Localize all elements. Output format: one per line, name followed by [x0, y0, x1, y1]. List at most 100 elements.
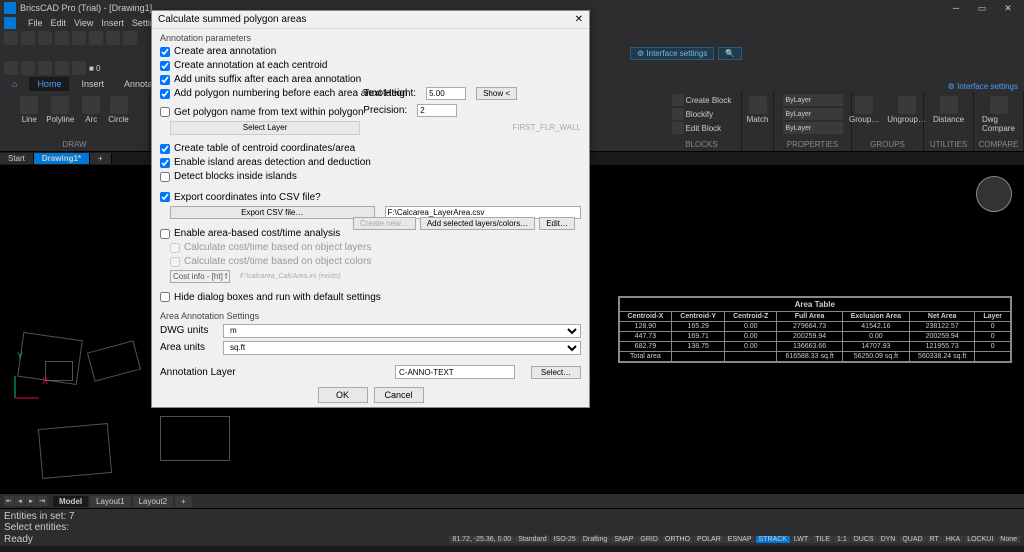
- chk-detect-blocks[interactable]: [160, 172, 170, 182]
- close-button[interactable]: ✕: [996, 1, 1020, 15]
- doc-tab-drawing1[interactable]: Drawing1*: [34, 153, 90, 164]
- layout-nav-next[interactable]: ▸: [26, 496, 36, 506]
- chk-cost[interactable]: [160, 229, 170, 239]
- dialog-close-icon[interactable]: ✕: [575, 14, 583, 25]
- status-toggle[interactable]: DYN: [878, 536, 899, 543]
- qat-icon[interactable]: [4, 61, 18, 75]
- prop-layer-3[interactable]: ByLayer: [783, 122, 843, 134]
- status-toggle[interactable]: GRID: [637, 536, 661, 543]
- status-toggle[interactable]: SNAP: [611, 536, 636, 543]
- status-toggle[interactable]: RT: [927, 536, 942, 543]
- ok-button[interactable]: OK: [318, 387, 368, 403]
- qat-icon[interactable]: [89, 31, 103, 45]
- tool-arc[interactable]: Arc: [80, 94, 102, 126]
- status-toggle[interactable]: ORTHO: [662, 536, 693, 543]
- chk-create-area[interactable]: [160, 47, 170, 57]
- tool-line[interactable]: Line: [18, 94, 40, 126]
- layout-nav-last[interactable]: ⇥: [37, 496, 47, 506]
- edit-button[interactable]: Edit…: [539, 217, 575, 230]
- menu-file[interactable]: File: [28, 18, 43, 28]
- area-units-select[interactable]: sq.ft: [223, 341, 581, 355]
- tool-group[interactable]: Group…: [847, 94, 881, 126]
- add-colors-button[interactable]: Add selected layers/colors…: [420, 217, 535, 230]
- doc-tab-add[interactable]: +: [90, 153, 112, 164]
- chk-export-csv[interactable]: [160, 192, 170, 202]
- menu-icon[interactable]: [4, 17, 16, 29]
- show-button[interactable]: Show <: [476, 87, 517, 100]
- command-line[interactable]: Entities in set: 7 Select entities:: [0, 508, 1024, 532]
- status-toggle[interactable]: STRACK: [756, 536, 790, 543]
- layout-tab-1[interactable]: Layout1: [90, 496, 130, 507]
- tool-blockify[interactable]: Blockify: [672, 108, 732, 120]
- qat-icon[interactable]: [38, 61, 52, 75]
- select-layer-button[interactable]: Select Layer: [170, 121, 360, 135]
- qat-icon[interactable]: [21, 61, 35, 75]
- qat-icon[interactable]: [21, 31, 35, 45]
- status-toggle[interactable]: ESNAP: [725, 536, 755, 543]
- minimize-button[interactable]: ─: [944, 1, 968, 15]
- layout-nav-first[interactable]: ⇤: [4, 496, 14, 506]
- cancel-button[interactable]: Cancel: [374, 387, 424, 403]
- ribbon-tab-home-icon[interactable]: ⌂: [4, 77, 25, 91]
- chk-centroid[interactable]: [160, 61, 170, 71]
- compass-widget[interactable]: [976, 176, 1012, 212]
- qat-icon[interactable]: [38, 31, 52, 45]
- status-toggle[interactable]: Standard: [515, 536, 549, 543]
- chk-hide-dialogs[interactable]: [160, 292, 170, 302]
- ribbon-tab-home[interactable]: Home: [29, 77, 69, 91]
- layout-tab-model[interactable]: Model: [53, 496, 88, 507]
- tool-edit-block[interactable]: Edit Block: [672, 122, 732, 134]
- ribbon-tab-insert[interactable]: Insert: [73, 77, 112, 91]
- interface-settings-link[interactable]: ⚙ Interface settings: [948, 82, 1018, 91]
- chk-numbering[interactable]: [160, 89, 170, 99]
- chk-poly-name[interactable]: [160, 107, 170, 117]
- menu-view[interactable]: View: [74, 18, 93, 28]
- tool-create-block[interactable]: Create Block: [672, 94, 732, 106]
- status-toggle[interactable]: QUAD: [899, 536, 925, 543]
- status-toggle[interactable]: None: [997, 536, 1020, 543]
- select-anno-layer-button[interactable]: Select…: [531, 366, 581, 379]
- qat-icon[interactable]: [4, 31, 18, 45]
- tool-ungroup[interactable]: Ungroup…: [885, 94, 928, 126]
- status-toggle[interactable]: LWT: [791, 536, 811, 543]
- menu-edit[interactable]: Edit: [51, 18, 67, 28]
- dwg-units-select[interactable]: m: [223, 324, 581, 338]
- context-tab-iface[interactable]: ⚙ Interface settings: [630, 47, 714, 60]
- layout-nav-prev[interactable]: ◂: [15, 496, 25, 506]
- qat-icon[interactable]: [72, 61, 86, 75]
- chk-suffix[interactable]: [160, 75, 170, 85]
- status-toggle[interactable]: ISO-25: [551, 536, 579, 543]
- doc-tab-start[interactable]: Start: [0, 153, 34, 164]
- status-toggle[interactable]: Drafting: [580, 536, 611, 543]
- qat-icon[interactable]: [55, 31, 69, 45]
- chk-table[interactable]: [160, 144, 170, 154]
- qat-icon[interactable]: [72, 31, 86, 45]
- status-toggle[interactable]: TILE: [812, 536, 833, 543]
- table-row: 447.73169.710.00200259.940.00200259.940: [619, 332, 1011, 342]
- status-toggle[interactable]: DUCS: [851, 536, 877, 543]
- tool-circle[interactable]: Circle: [106, 94, 130, 126]
- export-csv-button[interactable]: Export CSV file…: [170, 206, 375, 219]
- tool-match[interactable]: Match: [745, 94, 771, 126]
- qat-icon[interactable]: [55, 61, 69, 75]
- chk-islands[interactable]: [160, 158, 170, 168]
- status-toggle[interactable]: POLAR: [694, 536, 724, 543]
- status-toggle[interactable]: LOCKUI: [964, 536, 996, 543]
- anno-layer-input[interactable]: [395, 365, 515, 379]
- context-tab-search[interactable]: 🔍: [718, 47, 742, 60]
- layout-tab-add[interactable]: +: [175, 496, 192, 507]
- precision-input[interactable]: [417, 104, 457, 117]
- status-toggle[interactable]: HKA: [943, 536, 963, 543]
- tool-compare[interactable]: Dwg Compare: [980, 94, 1017, 135]
- layout-tab-2[interactable]: Layout2: [133, 496, 173, 507]
- tool-distance[interactable]: Distance: [931, 94, 966, 126]
- status-toggle[interactable]: 1:1: [834, 536, 850, 543]
- prop-layer-2[interactable]: ByLayer: [783, 108, 843, 120]
- maximize-button[interactable]: ▭: [970, 1, 994, 15]
- menu-insert[interactable]: Insert: [101, 18, 124, 28]
- tool-polyline[interactable]: Polyline: [44, 94, 76, 126]
- qat-icon[interactable]: [123, 31, 137, 45]
- qat-icon[interactable]: [106, 31, 120, 45]
- prop-layer-1[interactable]: ByLayer: [783, 94, 843, 106]
- text-height-input[interactable]: [426, 87, 466, 100]
